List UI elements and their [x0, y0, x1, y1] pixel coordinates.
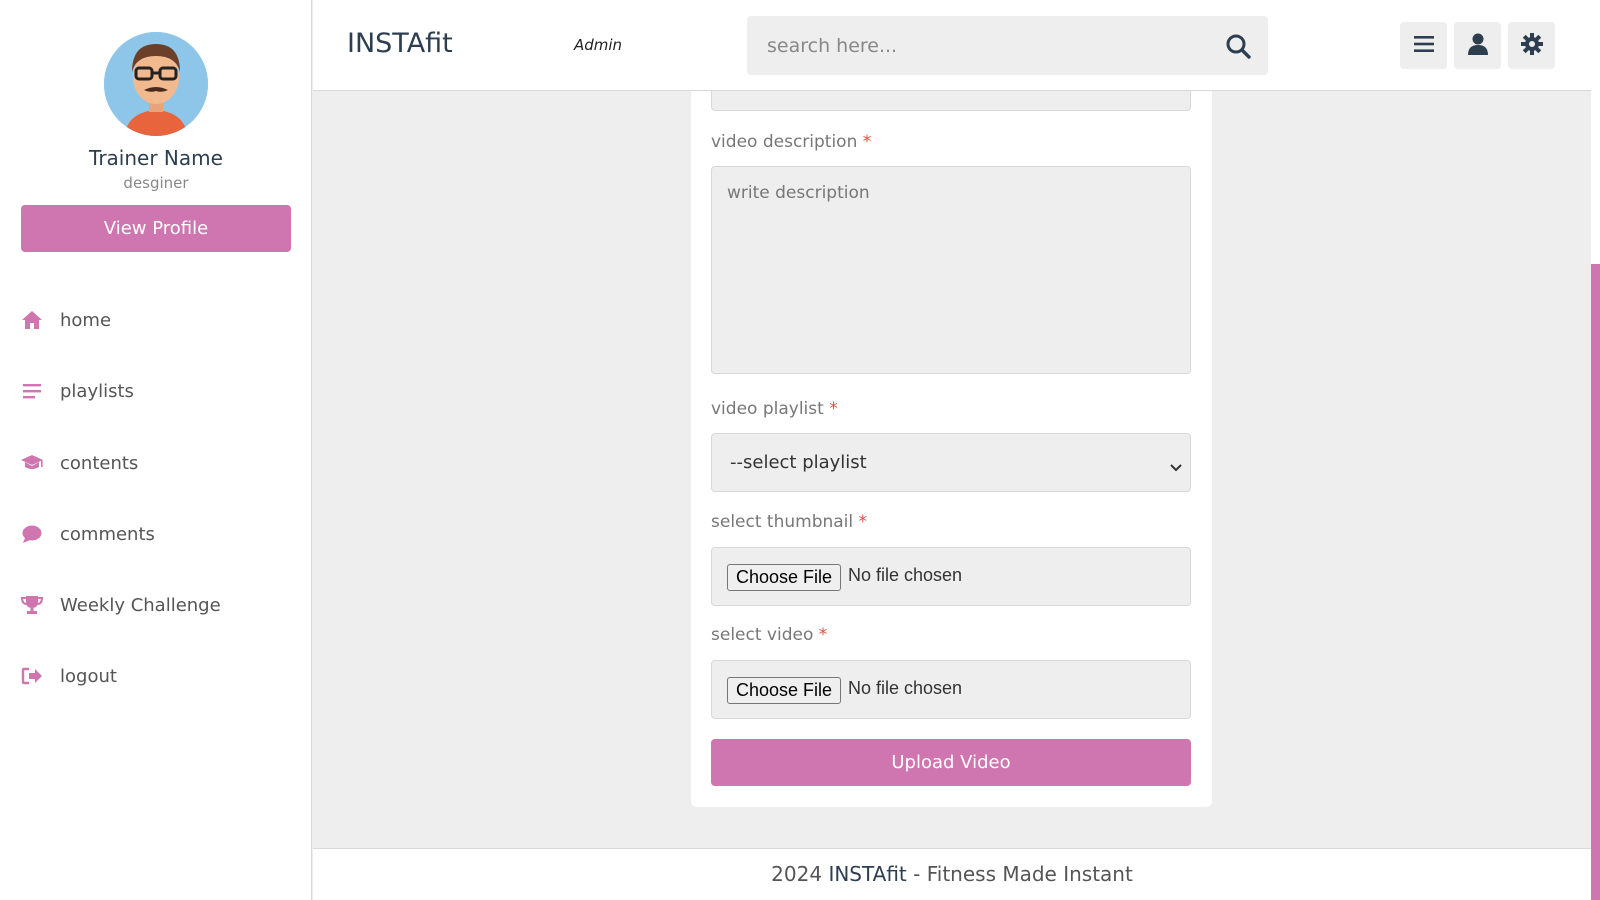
settings-button[interactable] — [1508, 22, 1555, 69]
view-profile-button[interactable]: View Profile — [21, 205, 291, 252]
sidebar-item-label: contents — [60, 452, 139, 474]
sidebar-item-playlists[interactable]: playlists — [20, 373, 134, 409]
brand-logo[interactable]: INSTAfit — [347, 28, 453, 59]
thumbnail-choose-file-button[interactable]: Choose File — [727, 564, 842, 591]
description-label: video description * — [711, 132, 872, 152]
upload-video-form: video description * video playlist * --s… — [691, 91, 1212, 807]
video-choose-file-button[interactable]: Choose File — [727, 677, 842, 704]
video-file-status: No file chosen — [848, 678, 963, 698]
sidebar-item-label: playlists — [60, 380, 134, 402]
playlist-label: video playlist * — [711, 399, 838, 419]
sidebar-item-label: home — [60, 309, 112, 331]
home-icon — [20, 308, 44, 332]
menu-button[interactable] — [1400, 22, 1447, 69]
trainer-role: desginer — [123, 174, 189, 192]
chevron-down-icon — [1170, 456, 1182, 477]
gear-icon — [1520, 32, 1543, 59]
sidebar-item-contents[interactable]: contents — [20, 445, 138, 481]
thumbnail-label: select thumbnail * — [711, 512, 868, 532]
playlist-select[interactable]: --select playlist — [711, 433, 1191, 492]
user-icon — [1467, 33, 1488, 59]
search-bar — [747, 16, 1268, 75]
previous-input-field[interactable] — [711, 91, 1191, 111]
avatar-illustration — [104, 32, 208, 136]
sidebar-item-label: logout — [60, 665, 117, 687]
trophy-icon — [20, 593, 44, 617]
user-button[interactable] — [1454, 22, 1501, 69]
sidebar-item-logout[interactable]: logout — [20, 658, 117, 694]
sidebar-item-home[interactable]: home — [20, 302, 111, 338]
video-file-input: Choose File No file chosen — [711, 660, 1191, 719]
role-label: Admin — [574, 36, 623, 54]
upload-video-button[interactable]: Upload Video — [711, 739, 1191, 786]
sidebar-item-comments[interactable]: comments — [20, 516, 155, 552]
description-textarea[interactable] — [711, 166, 1191, 374]
playlist-selected-value: --select playlist — [730, 452, 867, 473]
avatar — [104, 32, 208, 136]
sidebar: Trainer Name desginer View Profile home … — [0, 0, 312, 900]
video-label: select video * — [711, 625, 828, 645]
scrollbar-thumb[interactable] — [1591, 264, 1600, 900]
logout-icon — [20, 664, 44, 688]
search-input[interactable] — [767, 16, 1207, 75]
footer-tagline: - Fitness Made Instant — [913, 862, 1133, 886]
footer: 2024 INSTAfit - Fitness Made Instant — [313, 848, 1591, 900]
sidebar-item-label: Weekly Challenge — [60, 594, 221, 616]
graduation-cap-icon — [20, 451, 44, 475]
comment-icon — [20, 522, 44, 546]
search-icon[interactable] — [1225, 33, 1251, 59]
sidebar-item-weekly-challenge[interactable]: Weekly Challenge — [20, 587, 221, 623]
top-header: INSTAfit Admin — [313, 0, 1591, 91]
list-icon — [20, 379, 44, 403]
trainer-name: Trainer Name — [89, 146, 223, 170]
footer-year: 2024 — [771, 862, 823, 886]
menu-icon — [1413, 35, 1434, 57]
footer-brand: INSTAfit — [828, 862, 907, 886]
thumbnail-file-input: Choose File No file chosen — [711, 547, 1191, 606]
sidebar-item-label: comments — [60, 523, 155, 545]
thumbnail-file-status: No file chosen — [848, 565, 963, 585]
